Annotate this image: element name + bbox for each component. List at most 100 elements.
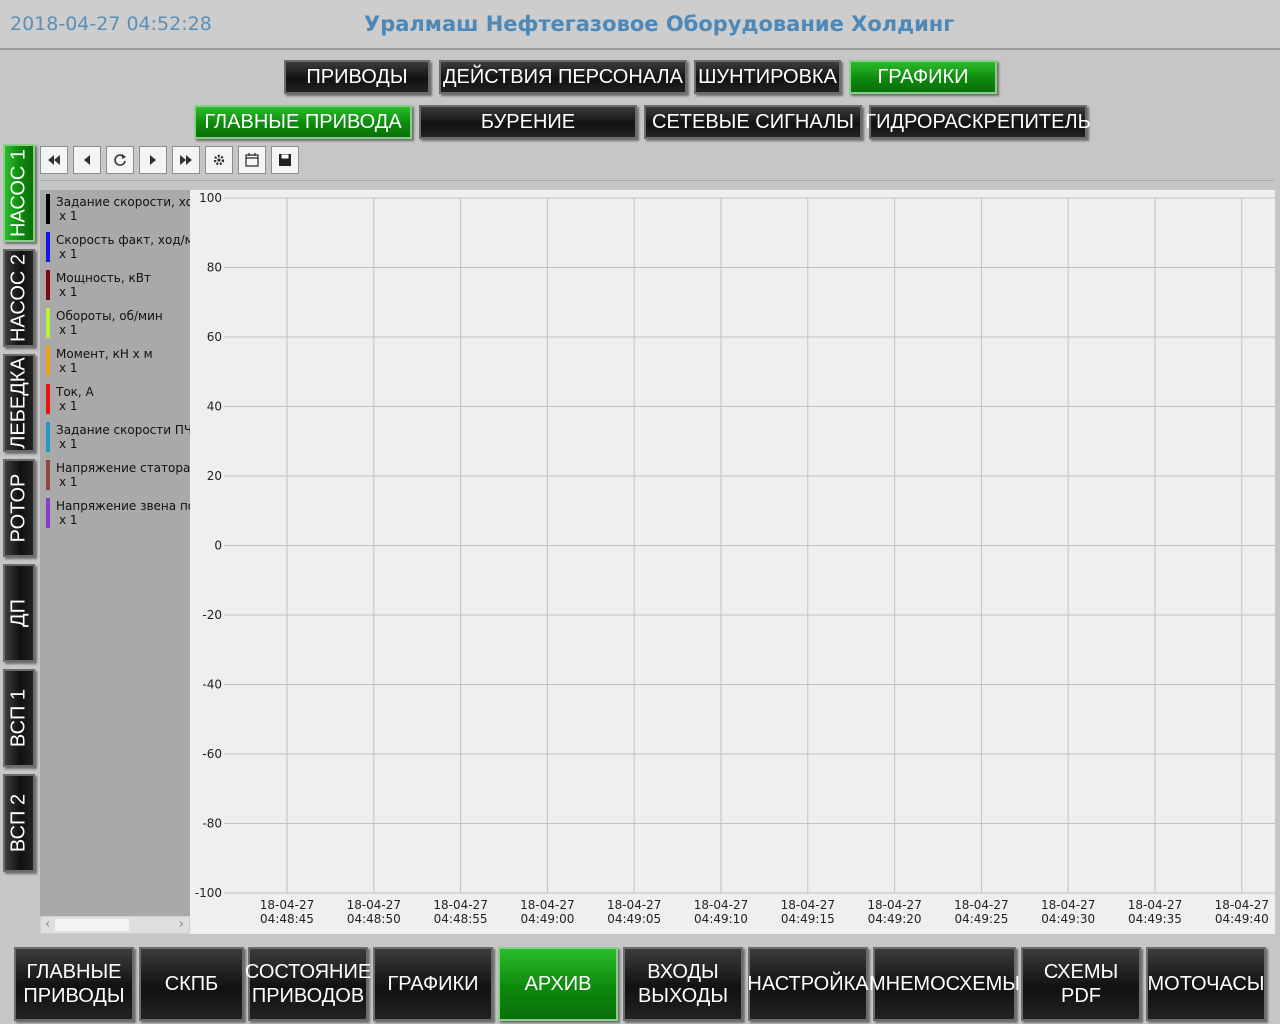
nav-drives-button[interactable]: ПРИВОДЫ [284, 60, 430, 94]
x-tick-label: 18-04-27 04:48:45 [260, 898, 314, 926]
legend-swatch [46, 232, 50, 262]
side-tab-label: РОТОР [7, 473, 30, 543]
legend-item[interactable]: Напряжение статора, Вx 1 [40, 456, 190, 494]
fast-forward-icon [180, 155, 192, 165]
x-tick-label: 18-04-27 04:49:10 [694, 898, 748, 926]
side-tab-label: НАСОС 2 [7, 253, 30, 343]
bottom-pdf-schemes-button[interactable]: СХЕМЫ PDF [1021, 947, 1141, 1021]
x-tick-label: 18-04-27 04:49:15 [781, 898, 835, 926]
datetime-display: 2018-04-27 04:52:28 [10, 13, 212, 35]
legend-label: Задание скорости ПЧ, об/мин [56, 423, 190, 437]
legend-swatch [46, 422, 50, 452]
step-forward-button[interactable] [139, 146, 167, 174]
step-forward-icon [150, 155, 156, 165]
legend-item[interactable]: Задание скорости ПЧ, об/минx 1 [40, 418, 190, 456]
bottom-charts-button[interactable]: ГРАФИКИ [373, 947, 493, 1021]
subnav-main-drives-button[interactable]: ГЛАВНЫЕ ПРИВОДА [194, 105, 412, 139]
y-tick-label: 20 [207, 469, 222, 483]
x-tick-label: 18-04-27 04:49:05 [607, 898, 661, 926]
chart-legend: Задание скорости, ход/минx 1 Скорость фа… [40, 190, 190, 916]
calendar-button[interactable] [238, 146, 266, 174]
y-tick-label: 60 [207, 330, 222, 344]
legend-label: Задание скорости, ход/мин [56, 195, 190, 209]
subnav-network-signals-button[interactable]: СЕТЕВЫЕ СИГНАЛЫ [644, 105, 862, 139]
legend-scale: x 1 [59, 437, 78, 451]
legend-swatch [46, 194, 50, 224]
side-tab-winch[interactable]: ЛЕБЕДКА [3, 354, 35, 452]
legend-scale: x 1 [59, 285, 78, 299]
bottom-main-drives-button[interactable]: ГЛАВНЫЕ ПРИВОДЫ [14, 947, 134, 1021]
nav-bypass-button[interactable]: ШУНТИРОВКА [694, 60, 841, 94]
side-tab-dp[interactable]: ДП [3, 564, 35, 662]
legend-scale: x 1 [59, 475, 78, 489]
side-tab-label: ВСП 2 [7, 793, 30, 853]
legend-item[interactable]: Момент, кН х мx 1 [40, 342, 190, 380]
x-tick-label: 18-04-27 04:49:35 [1128, 898, 1182, 926]
bottom-mnemonic-diagrams-button[interactable]: МНЕМОСХЕМЫ [869, 947, 1020, 1021]
legend-item[interactable]: Мощность, кВт x 1 [40, 266, 190, 304]
legend-label: Момент, кН х м [56, 347, 153, 361]
legend-label: Напряжение статора, В [56, 461, 190, 475]
step-back-icon [84, 155, 90, 165]
bottom-skpb-button[interactable]: СКПБ [139, 947, 244, 1021]
toolbar-divider [40, 180, 1274, 181]
settings-button[interactable] [205, 146, 233, 174]
legend-item[interactable]: Напряжение звена постоянного тока, Вx 1 [40, 494, 190, 532]
nav-personnel-actions-button[interactable]: ДЕЙСТВИЯ ПЕРСОНАЛА [439, 60, 687, 94]
legend-scale: x 1 [59, 323, 78, 337]
header-bar: 2018-04-27 04:52:28 Уралмаш Нефтегазовое… [0, 0, 1280, 50]
subnav-drilling-button[interactable]: БУРЕНИЕ [419, 105, 637, 139]
side-tab-label: НАСОС 1 [7, 148, 30, 238]
company-title: Уралмаш Нефтегазовое Оборудование Холдин… [364, 12, 955, 36]
scrollbar-thumb[interactable] [55, 919, 129, 931]
bottom-motor-hours-button[interactable]: МОТОЧАСЫ [1146, 947, 1266, 1021]
legend-item[interactable]: Задание скорости, ход/минx 1 [40, 190, 190, 228]
x-tick-label: 18-04-27 04:49:20 [867, 898, 921, 926]
side-tab-vsp-2[interactable]: ВСП 2 [3, 774, 35, 872]
bottom-inputs-outputs-button[interactable]: ВХОДЫ ВЫХОДЫ [623, 947, 743, 1021]
x-tick-label: 18-04-27 04:49:40 [1215, 898, 1269, 926]
rewind-button[interactable] [40, 146, 68, 174]
refresh-icon [114, 154, 126, 166]
y-tick-label: -80 [202, 817, 222, 831]
legend-scale: x 1 [59, 399, 78, 413]
side-tab-rotor[interactable]: РОТОР [3, 459, 35, 557]
settings-icon [213, 154, 225, 166]
y-tick-label: 40 [207, 400, 222, 414]
y-tick-label: -100 [195, 886, 222, 900]
side-tab-label: ДП [7, 599, 30, 627]
subnav-hydraulic-breaker-button[interactable]: ГИДРОРАСКРЕПИТЕЛЬ [865, 105, 1091, 139]
scroll-left-icon[interactable]: ‹ [45, 917, 50, 933]
nav-charts-button[interactable]: ГРАФИКИ [849, 60, 997, 94]
refresh-button[interactable] [106, 146, 134, 174]
x-tick-label: 18-04-27 04:49:25 [954, 898, 1008, 926]
legend-swatch [46, 308, 50, 338]
legend-item[interactable]: Ток, Аx 1 [40, 380, 190, 418]
legend-item[interactable]: Обороты, об/мин x 1 [40, 304, 190, 342]
bottom-archive-button[interactable]: АРХИВ [498, 947, 618, 1021]
bottom-settings-button[interactable]: НАСТРОЙКА [747, 947, 869, 1021]
scroll-right-icon[interactable]: › [179, 917, 184, 933]
save-button[interactable] [271, 146, 299, 174]
x-tick-label: 18-04-27 04:49:00 [520, 898, 574, 926]
chart-plot-area[interactable]: 100 80 60 40 20 0 -20 -40 -60 -80 -100 18-04-27 04:4… [190, 190, 1275, 934]
side-tab-vsp-1[interactable]: ВСП 1 [3, 669, 35, 767]
calendar-icon [245, 153, 259, 167]
rewind-icon [48, 155, 60, 165]
fast-forward-button[interactable] [172, 146, 200, 174]
side-tab-pump-1[interactable]: НАСОС 1 [3, 144, 35, 242]
legend-item[interactable]: Скорость факт, ход/минx 1 [40, 228, 190, 266]
side-tab-label: ВСП 1 [7, 688, 30, 748]
side-tab-pump-2[interactable]: НАСОС 2 [3, 249, 35, 347]
bottom-drive-status-button[interactable]: СОСТОЯНИЕ ПРИВОДОВ [245, 947, 371, 1021]
y-tick-label: 0 [214, 539, 222, 553]
legend-horizontal-scrollbar[interactable]: ‹ › [40, 916, 190, 934]
legend-label: Напряжение звена постоянного тока, В [56, 499, 190, 513]
legend-scale: x 1 [59, 209, 78, 223]
legend-swatch [46, 346, 50, 376]
x-tick-label: 18-04-27 04:49:30 [1041, 898, 1095, 926]
step-back-button[interactable] [73, 146, 101, 174]
save-icon [279, 154, 291, 166]
x-tick-label: 18-04-27 04:48:50 [347, 898, 401, 926]
legend-scale: x 1 [59, 361, 78, 375]
